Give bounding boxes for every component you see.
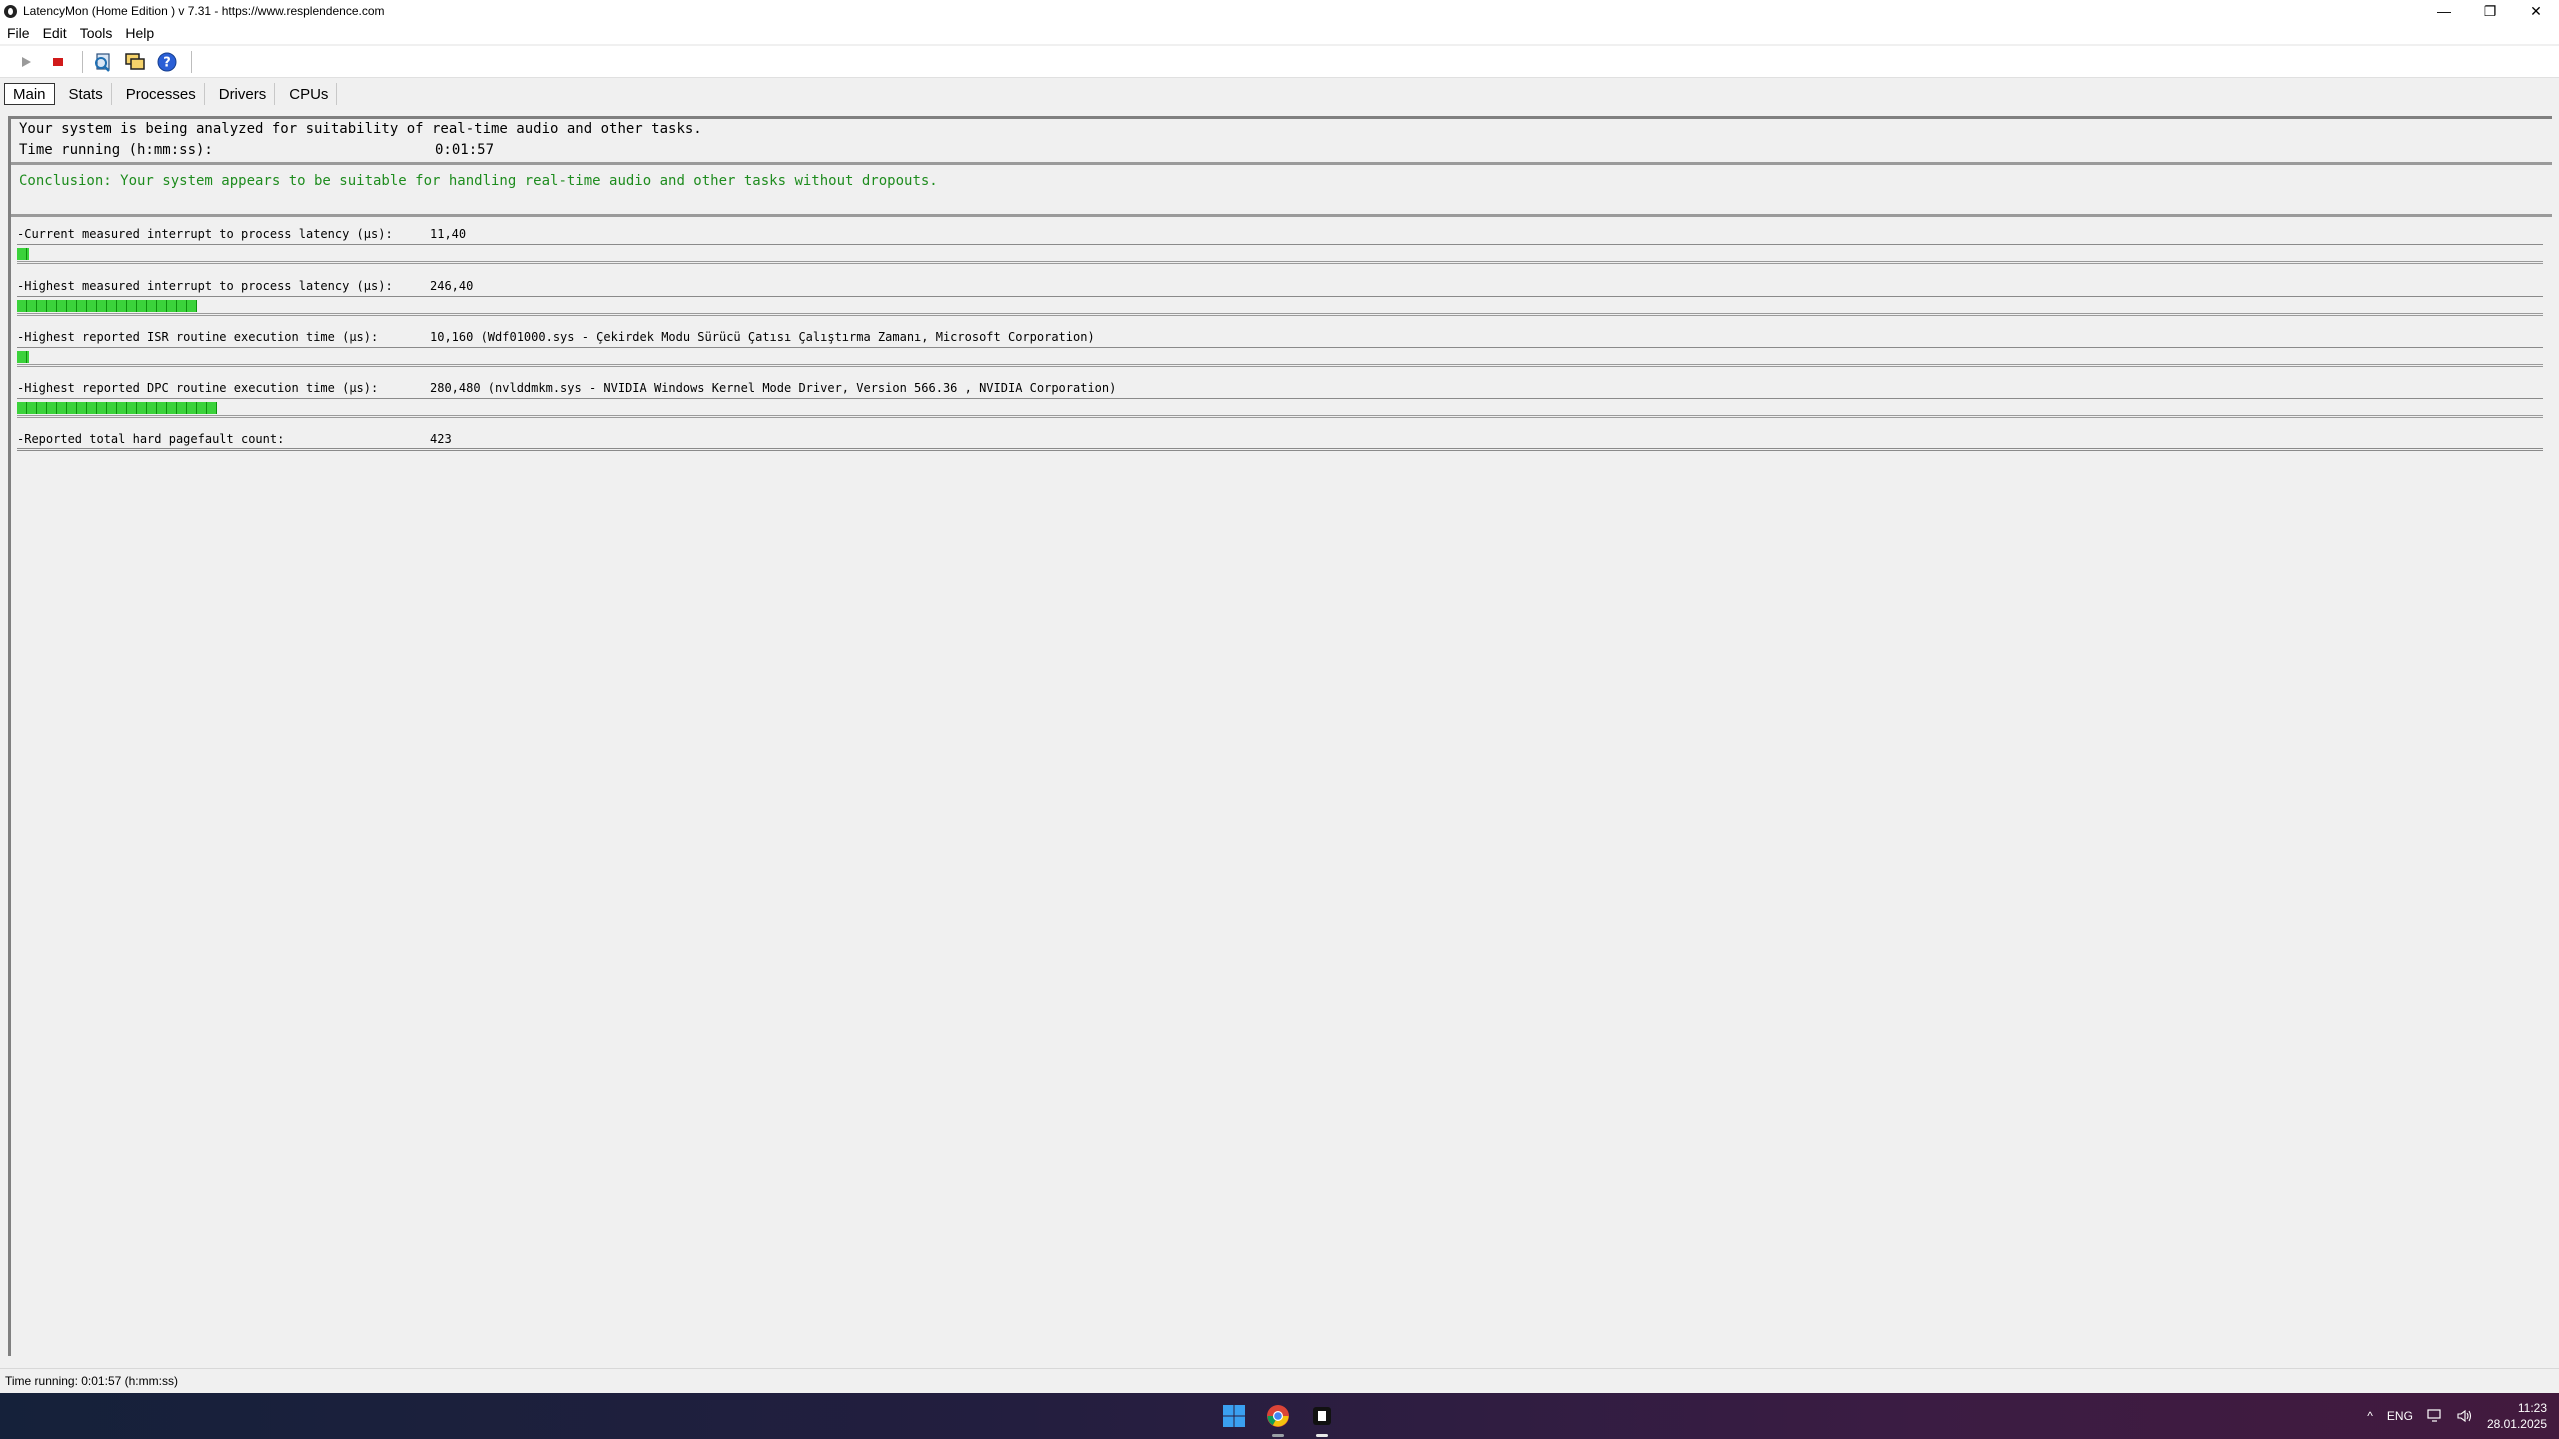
windows-button[interactable] — [121, 48, 149, 76]
app-logo-icon — [4, 4, 17, 18]
minimize-button[interactable]: — — [2421, 0, 2467, 22]
metric-label: -Current measured interrupt to process l… — [17, 227, 393, 241]
chrome-icon — [1267, 1405, 1289, 1427]
volume-icon[interactable] — [2457, 1409, 2473, 1423]
restore-button[interactable]: ❐ — [2467, 0, 2513, 22]
time-running-value: 0:01:57 — [435, 142, 495, 158]
clock-date: 28.01.2025 — [2486, 1417, 2547, 1431]
metric-divider — [17, 398, 2543, 399]
menu-help[interactable]: Help — [118, 25, 160, 41]
tab-main[interactable]: Main — [4, 83, 55, 105]
svg-text:?: ? — [163, 55, 171, 70]
app-active-indicator — [1316, 1434, 1328, 1437]
tab-stats[interactable]: Stats — [61, 83, 112, 105]
status-bar: Time running: 0:01:57 (h:mm:ss) — [0, 1368, 2559, 1392]
help-icon: ? — [157, 52, 177, 71]
metric-divider — [17, 448, 2543, 451]
latency-bar — [17, 298, 2543, 316]
windows-icon — [125, 52, 145, 70]
toolbar-separator — [191, 50, 192, 73]
conclusion-text: Conclusion: Your system appears to be su… — [19, 173, 938, 189]
app-running-indicator — [1272, 1434, 1284, 1437]
latency-bar — [17, 246, 2543, 264]
metric-isr-time: -Highest reported ISR routine execution … — [17, 330, 2547, 382]
main-panel: Your system is being analyzed for suitab… — [8, 116, 2552, 1356]
tray-overflow-chevron[interactable]: ^ — [2367, 1409, 2373, 1423]
latency-bar — [17, 400, 2543, 418]
start-button[interactable] — [12, 48, 40, 76]
menu-edit[interactable]: Edit — [36, 25, 73, 41]
analysis-text: Your system is being analyzed for suitab… — [19, 121, 702, 137]
latency-bar — [17, 349, 2543, 367]
window-title: LatencyMon (Home Edition ) v 7.31 - http… — [23, 4, 385, 18]
clock-time: 11:23 — [2517, 1401, 2547, 1415]
windows-start-icon — [1223, 1405, 1245, 1427]
report-icon — [95, 52, 110, 72]
metric-divider — [17, 347, 2543, 348]
window-controls: — ❐ ✕ — [2421, 0, 2559, 22]
metric-value: 10,160 (Wdf01000.sys - Çekirdek Modu Sür… — [430, 330, 1095, 344]
analysis-info: Your system is being analyzed for suitab… — [11, 119, 2552, 165]
metric-value: 246,40 — [430, 279, 474, 293]
help-button[interactable]: ? — [153, 48, 181, 76]
start-button[interactable] — [1220, 1402, 1248, 1430]
stop-button[interactable] — [44, 48, 72, 76]
play-icon — [22, 56, 31, 67]
metric-label: -Highest measured interrupt to process l… — [17, 279, 393, 293]
status-text: Time running: 0:01:57 (h:mm:ss) — [5, 1373, 178, 1388]
menu-bar: File Edit Tools Help — [0, 22, 2559, 44]
tab-bar: Main Stats Processes Drivers CPUs — [0, 80, 2559, 108]
menu-tools[interactable]: Tools — [73, 25, 119, 41]
metric-value: 280,480 (nvlddmkm.sys - NVIDIA Windows K… — [430, 381, 1117, 395]
conclusion-block: Conclusion: Your system appears to be su… — [11, 165, 2552, 217]
latencymon-taskbar-button[interactable] — [1308, 1402, 1336, 1437]
metric-pagefault-count: -Reported total hard pagefault count: 42… — [17, 432, 2547, 484]
metric-current-latency: -Current measured interrupt to process l… — [17, 227, 2547, 279]
latency-bar-fill — [17, 248, 29, 260]
network-icon[interactable] — [2427, 1409, 2443, 1423]
tab-drivers[interactable]: Drivers — [211, 83, 276, 105]
toolbar: ? — [0, 46, 2559, 78]
stop-icon — [53, 57, 63, 66]
toolbar-separator — [82, 50, 83, 73]
metric-label: -Highest reported DPC routine execution … — [17, 381, 379, 395]
taskbar-apps — [1220, 1393, 1336, 1439]
report-button[interactable] — [89, 48, 117, 76]
latency-bar-fill — [17, 351, 29, 363]
metric-value: 11,40 — [430, 227, 467, 241]
metric-dpc-time: -Highest reported DPC routine execution … — [17, 381, 2547, 433]
tab-processes[interactable]: Processes — [118, 83, 205, 105]
metric-divider — [17, 244, 2543, 245]
metric-label: -Highest reported ISR routine execution … — [17, 330, 379, 344]
tab-cpus[interactable]: CPUs — [281, 83, 338, 105]
clock[interactable]: 11:23 28.01.2025 — [2487, 1400, 2547, 1432]
time-running-label: Time running (h:mm:ss): — [19, 142, 213, 158]
system-tray: ^ ENG 11:23 28.01.2025 — [2367, 1393, 2547, 1439]
menu-file[interactable]: File — [0, 25, 36, 41]
latencymon-icon — [1313, 1407, 1331, 1425]
latency-bar-fill — [17, 402, 217, 414]
latency-bar-fill — [17, 300, 197, 312]
metric-divider — [17, 296, 2543, 297]
language-indicator[interactable]: ENG — [2387, 1409, 2413, 1423]
taskbar: ^ ENG 11:23 28.01.2025 — [0, 1393, 2559, 1439]
title-bar: LatencyMon (Home Edition ) v 7.31 - http… — [0, 0, 2559, 22]
close-button[interactable]: ✕ — [2513, 0, 2559, 22]
chrome-taskbar-button[interactable] — [1264, 1402, 1292, 1437]
metric-label: -Reported total hard pagefault count: — [17, 432, 285, 446]
metric-value: 423 — [430, 432, 452, 446]
metric-highest-latency: -Highest measured interrupt to process l… — [17, 279, 2547, 331]
